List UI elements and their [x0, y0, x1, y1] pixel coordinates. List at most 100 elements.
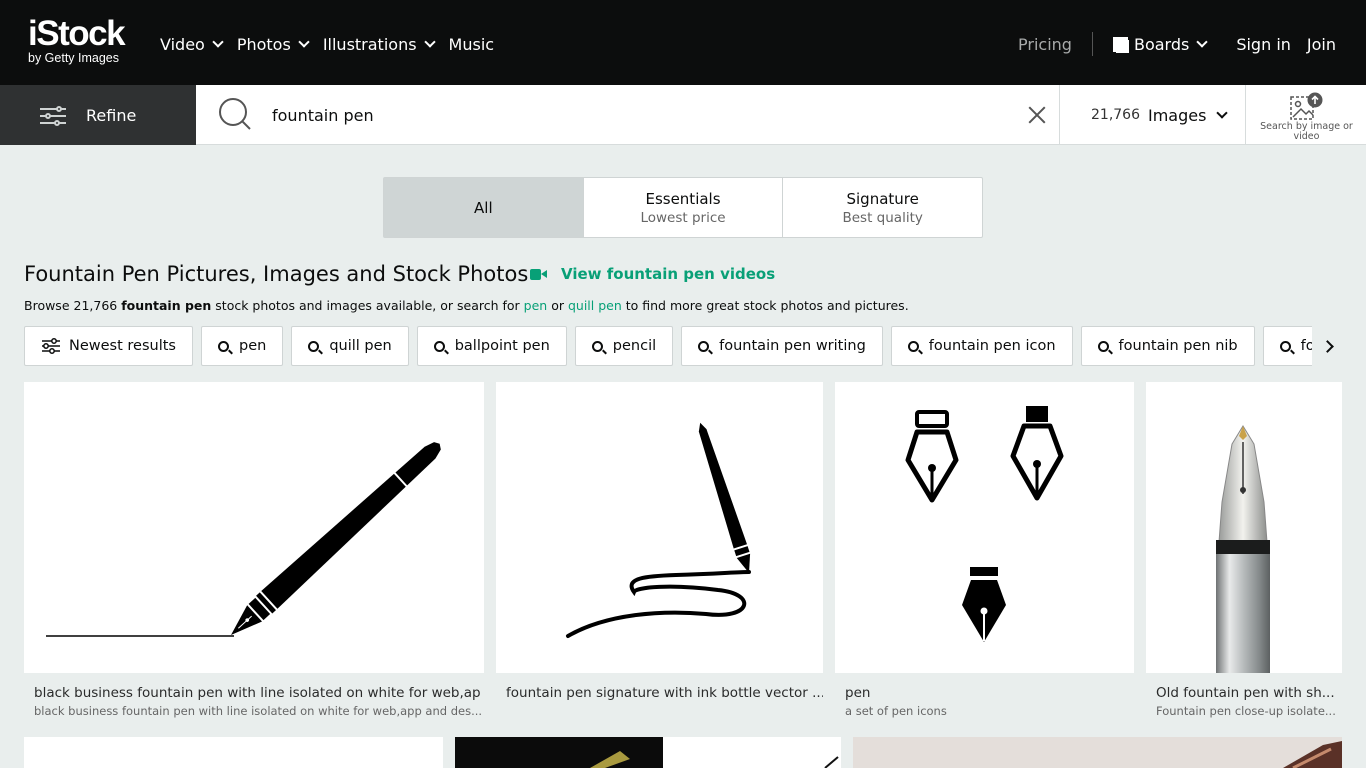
pricing-link[interactable]: Pricing [1018, 35, 1072, 54]
chevron-down-icon [1216, 107, 1229, 119]
tab-essentials-label: Essentials [645, 189, 721, 208]
result-count: 21,766 [1091, 107, 1140, 123]
browse-text-or: or [547, 298, 568, 313]
search-by-image-label: Search by image or video [1260, 121, 1353, 142]
chip-label: ballpoint pen [454, 338, 550, 354]
tab-essentials-sub: Lowest price [640, 209, 726, 226]
main-nav: Video Photos Illustrations Music [160, 33, 509, 55]
search-icon [219, 98, 251, 130]
result-caption-1[interactable]: black business fountain pen with line is… [34, 685, 484, 718]
nav-photos[interactable]: Photos [237, 35, 310, 54]
result-description: black business fountain pen with line is… [34, 704, 483, 718]
search-icon [1097, 340, 1109, 352]
search-input[interactable] [272, 100, 972, 130]
asset-type-label: Images [1148, 105, 1207, 125]
pen-with-line-illustration [46, 442, 441, 637]
clear-search-icon[interactable] [1026, 104, 1048, 126]
nav-video-label: Video [160, 34, 205, 54]
result-image-7[interactable] [853, 737, 1342, 768]
silver-fountain-pen-photo [1216, 425, 1270, 673]
sliders-icon [40, 105, 66, 126]
signature-pen-illustration [566, 422, 751, 638]
related-link-pen[interactable]: pen [524, 298, 548, 313]
result-caption-2[interactable]: fountain pen signature with ink bottle v… [506, 685, 823, 701]
result-title: fountain pen signature with ink bottle v… [506, 685, 823, 701]
nav-video[interactable]: Video [160, 34, 224, 54]
browse-query: fountain pen [121, 298, 212, 313]
account-nav: Pricing Boards Sign in Join [1018, 32, 1336, 56]
result-description: a set of pen icons [845, 704, 947, 718]
nav-divider [1091, 32, 1093, 56]
chevron-right-icon [1320, 339, 1334, 353]
result-image-2[interactable] [496, 382, 823, 673]
result-image-5[interactable] [24, 737, 443, 768]
chevron-down-icon [423, 36, 436, 48]
boards-label: Boards [1133, 34, 1190, 54]
nav-illustrations[interactable]: Illustrations [322, 34, 436, 54]
browse-text-mid: stock photos and images available, or se… [211, 298, 524, 313]
logo-subtitle: by Getty Images [28, 51, 120, 65]
search-by-image-button[interactable]: Search by image or video [1245, 85, 1366, 145]
chip-label: fountain pen nib [1118, 338, 1238, 354]
istock-logo[interactable]: iStock by Getty Images [28, 16, 140, 68]
chip-ballpoint-pen[interactable]: ballpoint pen [416, 326, 567, 366]
browse-description: Browse 21,766 fountain pen stock photos … [24, 298, 909, 313]
chip-fountain-pen-icon[interactable]: fountain pen icon [890, 326, 1073, 366]
tab-all-label: All [474, 198, 493, 217]
related-link-quill-pen[interactable]: quill pen [568, 298, 622, 313]
partial-photo [1283, 741, 1342, 768]
chip-label: pen [238, 338, 267, 354]
chip-label: quill pen [329, 338, 392, 354]
partial-photo [455, 737, 839, 768]
chips-scroll-right-button[interactable] [1312, 326, 1342, 366]
sort-chip[interactable]: Newest results [24, 326, 193, 366]
join-link[interactable]: Join [1307, 35, 1336, 54]
chip-pencil[interactable]: pencil [574, 326, 674, 366]
search-icon [433, 340, 445, 352]
result-caption-3[interactable]: pen a set of pen icons [845, 685, 1134, 718]
result-image-1[interactable] [24, 382, 484, 673]
chip-fountain-pen-more[interactable]: fountain pen [1262, 326, 1312, 366]
result-caption-4[interactable]: Old fountain pen with sh... Fountain pen… [1156, 685, 1342, 718]
view-videos-label: View fountain pen videos [561, 265, 776, 283]
tab-signature-sub: Best quality [842, 209, 923, 226]
chevron-down-icon [298, 36, 310, 48]
result-image-3[interactable] [835, 382, 1134, 673]
result-image-6[interactable] [455, 737, 841, 768]
asset-type-dropdown[interactable]: 21,766 Images [1059, 85, 1246, 145]
tab-all[interactable]: All [384, 178, 584, 237]
nav-music-label: Music [448, 34, 495, 54]
tab-signature-label: Signature [846, 189, 919, 208]
sign-in-link[interactable]: Sign in [1236, 35, 1291, 54]
search-icon [217, 340, 229, 352]
top-navigation-bar: iStock by Getty Images Video Photos Illu… [0, 0, 1366, 85]
page-title: Fountain Pen Pictures, Images and Stock … [24, 262, 529, 286]
chevron-down-icon [212, 36, 224, 48]
image-upload-icon [1290, 92, 1323, 120]
nav-music[interactable]: Music [449, 35, 495, 54]
chip-fountain-pen-nib[interactable]: fountain pen nib [1080, 326, 1255, 366]
sort-chip-label: Newest results [69, 338, 176, 354]
license-tier-tabs: All Essentials Lowest price Signature Be… [383, 177, 983, 238]
sliders-icon [42, 338, 60, 354]
search-icon [591, 340, 603, 352]
chip-fountain-pen-writing[interactable]: fountain pen writing [681, 326, 883, 366]
related-search-chips: Newest results pen quill pen ballpoint p… [24, 326, 1312, 366]
chip-pen[interactable]: pen [200, 326, 284, 366]
view-videos-link[interactable]: View fountain pen videos [530, 265, 775, 283]
result-image-4[interactable] [1146, 382, 1342, 673]
result-title: black business fountain pen with line is… [34, 685, 481, 701]
video-camera-icon [530, 268, 547, 280]
chip-label: pencil [612, 338, 657, 354]
browse-text-pre: Browse 21,766 [24, 298, 122, 313]
search-icon [308, 340, 320, 352]
nav-illustrations-label: Illustrations [322, 34, 417, 54]
boards-button[interactable]: Boards [1112, 34, 1208, 54]
tab-signature[interactable]: Signature Best quality [783, 178, 982, 237]
boards-icon [1112, 37, 1129, 53]
chip-quill-pen[interactable]: quill pen [291, 326, 409, 366]
result-title: pen [845, 685, 871, 701]
result-description: Fountain pen close-up isolate... [1156, 704, 1336, 718]
refine-button[interactable]: Refine [0, 85, 196, 145]
tab-essentials[interactable]: Essentials Lowest price [584, 178, 784, 237]
